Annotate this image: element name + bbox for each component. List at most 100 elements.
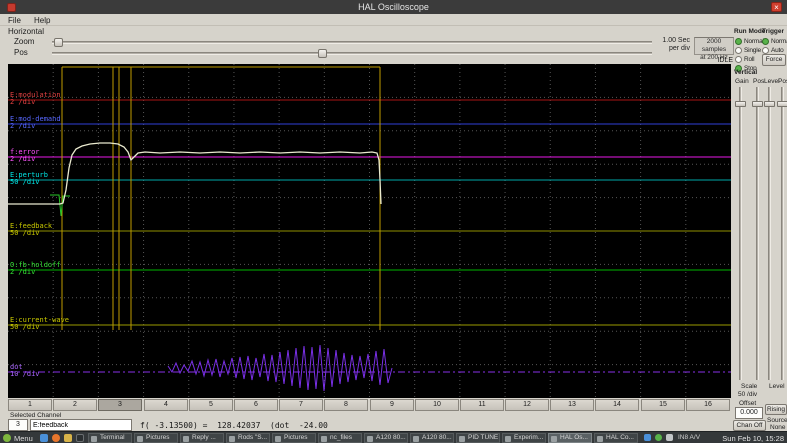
window-button-label: HAL Co...	[606, 434, 634, 441]
channel-label-e-perturb: E:perturb 50 /div	[10, 171, 48, 186]
taskbar-window-button[interactable]: Rods "S...	[226, 433, 270, 443]
run-mode-label: Run Mode	[734, 28, 766, 35]
channel-tab-15[interactable]: 15	[641, 399, 685, 411]
run-mode-options: Normal Single Roll Stop	[735, 37, 764, 73]
force-button[interactable]: Force	[762, 54, 786, 66]
taskbar-window-button[interactable]: Pictures	[134, 433, 178, 443]
channel-tab-6[interactable]: 6	[234, 399, 278, 411]
window-icon	[183, 436, 189, 442]
radio-label: Auto	[771, 46, 784, 54]
channel-tab-9[interactable]: 9	[370, 399, 414, 411]
scale-label: Scale	[741, 383, 758, 390]
trigger-level-slider-handle[interactable]	[764, 101, 775, 107]
channel-tab-7[interactable]: 7	[279, 399, 323, 411]
window-title: HAL Oscilloscope	[358, 2, 429, 12]
channel-tab-2[interactable]: 2	[53, 399, 97, 411]
taskbar-menu-button[interactable]: Menu	[14, 434, 33, 443]
run-mode-roll-radio[interactable]: Roll	[735, 55, 762, 63]
terminal-icon[interactable]	[76, 434, 84, 442]
channel-label-e-modulation: E:modulation 2 /div	[10, 91, 61, 106]
channel-tab-12[interactable]: 12	[505, 399, 549, 411]
taskbar-window-button[interactable]: HAL Os...	[548, 433, 592, 443]
run-mode-normal-radio[interactable]: Normal	[735, 37, 764, 45]
channel-tab-5[interactable]: 5	[189, 399, 233, 411]
trigger-pos-slider[interactable]	[781, 87, 784, 380]
rising-button[interactable]: Rising	[765, 404, 787, 415]
selected-channel-number: 3	[8, 419, 28, 431]
selected-channel-label: Selected Channel	[10, 412, 62, 419]
desktop-screen: { "window": { "title": "HAL Oscilloscope…	[0, 0, 787, 443]
taskbar-window-button[interactable]: Terminal	[88, 433, 132, 443]
channel-label-dot: dot 10 /div	[10, 363, 40, 378]
vertical-pos-slider-handle[interactable]	[752, 101, 763, 107]
offset-label: Offset	[739, 400, 757, 407]
taskbar-window-button[interactable]: A120 80...	[364, 433, 408, 443]
radio-icon	[735, 55, 742, 63]
scale-value: 50 /div	[738, 391, 758, 398]
channel-tab-10[interactable]: 10	[415, 399, 459, 411]
zoom-slider[interactable]	[52, 41, 652, 44]
channel-tab-3[interactable]: 3	[98, 399, 142, 411]
pos-slider[interactable]	[52, 52, 652, 55]
vertical-pos-slider[interactable]	[756, 87, 759, 380]
trigger-pos-slider-handle[interactable]	[777, 101, 787, 107]
taskbar-window-button[interactable]: Pictures	[272, 433, 316, 443]
offset-value[interactable]: 0.000	[735, 407, 763, 419]
channel-label-e-feedback: E:feedback 50 /div	[10, 222, 53, 237]
time-per-div-value: 1.00 Sec	[662, 37, 690, 44]
taskbar-window-button[interactable]: Reply ...	[180, 433, 224, 443]
window-icon	[91, 436, 97, 442]
zoom-slider-handle[interactable]	[54, 38, 63, 47]
radio-icon	[762, 46, 769, 54]
taskbar-window-button[interactable]: nc_files	[318, 433, 362, 443]
channel-tab-13[interactable]: 13	[550, 399, 594, 411]
window-icon	[551, 436, 557, 442]
taskbar-window-button[interactable]: A120 80...	[410, 433, 454, 443]
taskbar: Menu Terminal Pictures Reply ... Rods "S...…	[0, 431, 787, 443]
channel-tab-8[interactable]: 8	[324, 399, 368, 411]
window-button-label: nc_files	[330, 434, 353, 441]
window-button-label: Rods "S...	[238, 434, 268, 441]
gain-label: Gain	[735, 78, 749, 85]
taskbar-window-button[interactable]: PID TUNE	[456, 433, 500, 443]
gain-slider[interactable]	[739, 87, 742, 380]
window-button-label: Pictures	[284, 434, 308, 441]
chan-off-button[interactable]: Chan Off	[733, 420, 766, 431]
menu-icon[interactable]	[3, 434, 11, 442]
pos-slider-handle[interactable]	[318, 49, 327, 58]
clock[interactable]: Sun Feb 10, 15:28	[722, 434, 784, 443]
browser-icon[interactable]	[52, 434, 60, 442]
window-button-label: PID TUNE	[468, 434, 499, 441]
volume-tray-icon[interactable]	[666, 434, 673, 441]
samples-count: 2000 samples	[701, 38, 727, 53]
files-icon[interactable]	[64, 434, 72, 442]
trigger-auto-radio[interactable]: Auto	[762, 46, 787, 54]
radio-icon	[735, 46, 742, 54]
show-desktop-icon[interactable]	[40, 434, 48, 442]
menu-file[interactable]: File	[8, 16, 21, 25]
update-tray-icon[interactable]	[655, 434, 662, 441]
channel-tab-11[interactable]: 11	[460, 399, 504, 411]
window-icon	[459, 436, 465, 442]
channel-tab-4[interactable]: 4	[144, 399, 188, 411]
channel-tab-16[interactable]: 16	[686, 399, 730, 411]
channel-tab-1[interactable]: 1	[8, 399, 52, 411]
time-per-div-unit: per div	[668, 45, 690, 52]
gain-slider-handle[interactable]	[735, 101, 746, 107]
close-icon[interactable]: ×	[771, 2, 782, 12]
trigger-level-slider[interactable]	[768, 87, 771, 380]
menu-help[interactable]: Help	[34, 16, 50, 25]
trigger-normal-radio[interactable]: Normal	[762, 37, 787, 45]
network-tray-icon[interactable]	[644, 434, 651, 441]
vertical-pos-label: Pos	[753, 78, 765, 85]
taskbar-window-button[interactable]: HAL Co...	[594, 433, 638, 443]
window-icon	[229, 436, 235, 442]
taskbar-window-button[interactable]: Experim...	[502, 433, 546, 443]
source-value[interactable]: None	[770, 424, 786, 431]
selected-channel-name-input[interactable]	[30, 419, 132, 431]
scope-display: E:modulation 2 /div E:mod-demand 2 /div f:…	[8, 64, 731, 398]
window-icon	[367, 436, 373, 442]
run-mode-single-radio[interactable]: Single	[735, 46, 762, 54]
channel-tab-14[interactable]: 14	[595, 399, 639, 411]
window-icon	[413, 436, 419, 442]
